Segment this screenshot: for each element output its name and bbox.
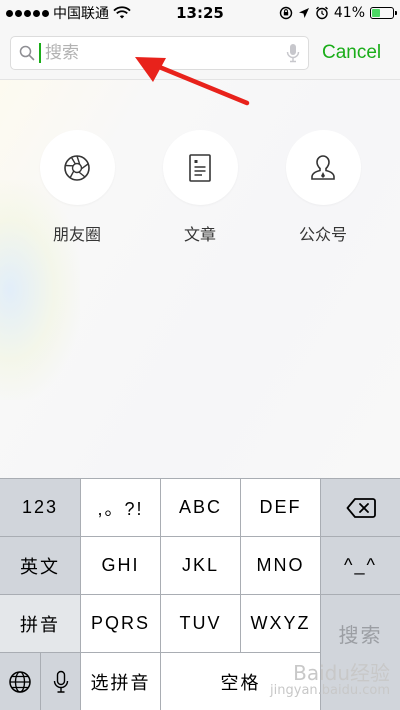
search-input[interactable] — [39, 42, 286, 63]
category-moments-circle — [39, 130, 115, 205]
battery-icon — [370, 7, 397, 19]
carrier-name: 中国联通 — [53, 6, 109, 22]
category-articles-label: 文章 — [183, 225, 216, 244]
search-icon — [19, 45, 35, 60]
wifi-icon — [113, 6, 131, 19]
search-box[interactable] — [10, 35, 309, 70]
key-def[interactable]: DEF — [241, 479, 320, 536]
key-select-pinyin[interactable]: 选拼音 — [81, 653, 160, 710]
category-moments-label: 朋友圈 — [52, 225, 101, 244]
battery-level — [372, 9, 381, 17]
key-pqrs[interactable]: PQRS — [81, 595, 160, 652]
aperture-icon — [64, 154, 90, 181]
backspace-icon — [346, 497, 376, 518]
key-english[interactable]: 英文 — [0, 537, 80, 594]
cancel-button[interactable]: Cancel — [322, 42, 381, 64]
key-space[interactable]: 空格 — [161, 653, 320, 710]
category-moments[interactable]: 朋友圈 — [27, 130, 127, 245]
category-official-accounts-circle — [285, 130, 361, 205]
key-wxyz[interactable]: WXYZ — [241, 595, 320, 652]
battery-percentage: 41% — [333, 5, 365, 21]
keyboard: 123 ,。?! ABC DEF 英文 GHI JKL MNO ^_^ 拼音 P… — [0, 478, 400, 710]
key-delete[interactable] — [321, 479, 400, 536]
category-official-accounts-label: 公众号 — [298, 225, 347, 244]
official-account-icon — [311, 154, 335, 180]
key-ghi[interactable]: GHI — [81, 537, 160, 594]
status-bar: 中国联通 13:25 41% — [0, 0, 400, 26]
key-emoticon[interactable]: ^_^ — [321, 537, 400, 594]
category-official-accounts[interactable]: 公众号 — [273, 130, 373, 245]
article-icon — [189, 153, 211, 182]
category-articles-circle — [162, 130, 238, 205]
key-mno[interactable]: MNO — [241, 537, 320, 594]
key-tuv[interactable]: TUV — [161, 595, 240, 652]
key-abc[interactable]: ABC — [161, 479, 240, 536]
key-jkl[interactable]: JKL — [161, 537, 240, 594]
globe-icon — [9, 670, 31, 693]
rotation-lock-icon — [279, 6, 293, 20]
location-icon — [298, 8, 309, 18]
signal-strength-icon — [6, 9, 49, 17]
search-bar: Cancel — [0, 26, 400, 80]
key-voice[interactable] — [41, 653, 80, 710]
key-punctuation[interactable]: ,。?! — [81, 479, 160, 536]
microphone-icon — [53, 670, 68, 693]
search-action-label: 搜索 — [338, 625, 383, 647]
key-123[interactable]: 123 — [0, 479, 80, 536]
key-pinyin[interactable]: 拼音 — [0, 595, 80, 652]
key-search-action[interactable]: 搜索 — [321, 595, 400, 710]
alarm-icon — [315, 6, 328, 20]
search-categories: 朋友圈 文章 公众号 — [0, 130, 400, 250]
category-articles[interactable]: 文章 — [150, 130, 250, 245]
key-globe[interactable] — [0, 653, 40, 710]
search-content-area: 朋友圈 文章 公众号 — [0, 80, 400, 478]
microphone-icon[interactable] — [286, 43, 300, 63]
